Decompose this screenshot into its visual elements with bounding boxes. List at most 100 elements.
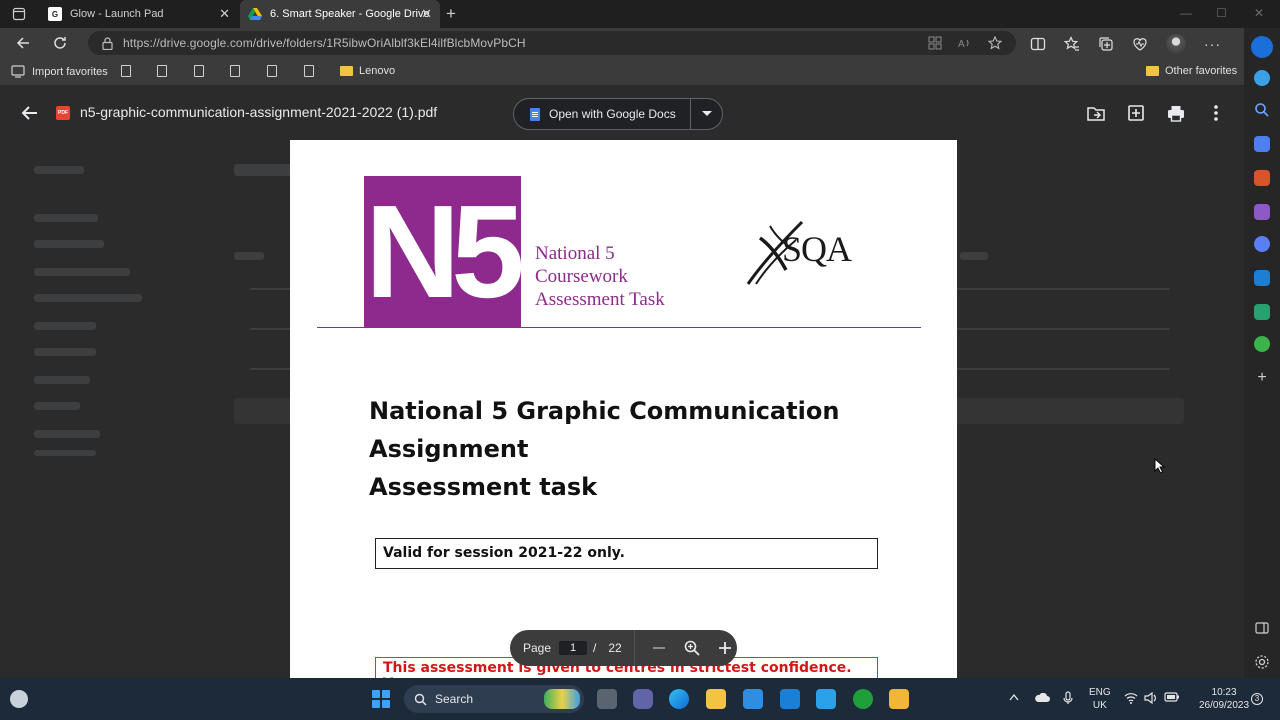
split-screen-icon[interactable]	[1030, 36, 1046, 52]
close-tab-icon[interactable]: ✕	[421, 7, 432, 21]
url-text: https://drive.google.com/drive/folders/1…	[123, 36, 526, 50]
back-icon[interactable]	[14, 34, 32, 52]
close-window-icon[interactable]: ✕	[1254, 6, 1264, 20]
tools-briefcase-icon[interactable]	[1254, 170, 1270, 186]
validity-notice: Valid for session 2021-22 only.	[375, 538, 878, 569]
drop-icon[interactable]	[1254, 304, 1270, 320]
n5-logo-text: N5	[365, 178, 521, 325]
zoom-magnifier-icon[interactable]	[683, 639, 701, 657]
tree-icon[interactable]	[1254, 336, 1270, 352]
taskbar-search-box[interactable]: Search	[404, 685, 584, 713]
profile-avatar[interactable]	[1166, 34, 1186, 54]
microphone-icon[interactable]	[1063, 691, 1073, 709]
add-sidebar-icon[interactable]: +	[1254, 370, 1270, 386]
task-view-icon[interactable]	[597, 689, 617, 709]
microsoft-365-icon[interactable]	[1254, 236, 1270, 252]
language-region: UK	[1092, 700, 1107, 711]
weather-widget-icon[interactable]	[10, 690, 28, 708]
zoom-out-icon[interactable]	[650, 639, 668, 657]
open-with-google-docs-button[interactable]: Open with Google Docs	[513, 98, 723, 130]
sidebar-layout-icon[interactable]	[1254, 620, 1270, 636]
bookmark-page-5[interactable]	[267, 65, 277, 77]
viewer-header: PDF n5-graphic-communication-assignment-…	[0, 86, 1244, 140]
onedrive-cloud-icon[interactable]	[1034, 692, 1050, 707]
clock-time: 10:23	[1211, 687, 1237, 698]
close-viewer-back-icon[interactable]	[20, 103, 40, 123]
new-tab-icon[interactable]: +	[446, 4, 456, 24]
tab-google-drive[interactable]: 6. Smart Speaker - Google Drive ✕	[240, 0, 440, 28]
folder-icon	[340, 66, 353, 76]
more-options-icon[interactable]: ···	[1204, 36, 1221, 52]
discover-icon[interactable]	[1254, 70, 1270, 86]
games-icon[interactable]	[1254, 204, 1270, 220]
minimize-icon[interactable]: —	[1180, 6, 1192, 20]
input-language-indicator[interactable]: ENG UK	[1089, 686, 1111, 712]
refresh-icon[interactable]	[51, 34, 69, 52]
copilot-icon[interactable]	[1251, 36, 1273, 58]
search-highlight-image	[544, 689, 580, 709]
settings-gear-icon[interactable]	[1254, 654, 1270, 670]
zoom-in-icon[interactable]	[716, 639, 734, 657]
url-icons: A	[928, 36, 1002, 50]
network-wifi-icon[interactable]	[1124, 692, 1138, 708]
xbox-icon[interactable]	[853, 689, 873, 709]
bookmark-page-1[interactable]	[121, 65, 131, 77]
search-icon[interactable]	[1254, 102, 1270, 118]
file-explorer-icon[interactable]	[706, 689, 726, 709]
address-bar: https://drive.google.com/drive/folders/1…	[0, 28, 1280, 58]
clock[interactable]: 10:23 26/09/2023	[1199, 686, 1249, 712]
shopping-tag-icon[interactable]	[1254, 136, 1270, 152]
drive-pdf-viewer: PDF n5-graphic-communication-assignment-…	[0, 86, 1244, 678]
tab-title: 6. Smart Speaker - Google Drive	[270, 8, 430, 20]
page-icon	[194, 65, 204, 77]
tab-bar: G Glow - Launch Pad ✕ 6. Smart Speaker -…	[0, 0, 1280, 28]
windows-taskbar: Search ENG UK 10:23 26/09/2023 3	[0, 678, 1280, 720]
microsoft-store-icon[interactable]	[743, 689, 763, 709]
browser-essentials-icon[interactable]	[1132, 36, 1148, 52]
collections-icon[interactable]	[1098, 36, 1114, 52]
bookmark-page-2[interactable]	[157, 65, 167, 77]
tab-glow-launch-pad[interactable]: G Glow - Launch Pad ✕	[40, 0, 238, 28]
current-page-input[interactable]: 1	[559, 641, 588, 655]
notification-badge[interactable]: 3	[1251, 693, 1263, 705]
bookmark-page-4[interactable]	[230, 65, 240, 77]
maximize-icon[interactable]: ☐	[1216, 6, 1227, 20]
read-aloud-icon[interactable]: A	[958, 36, 972, 50]
tab-actions-icon[interactable]	[8, 4, 30, 24]
toolbar-icons: ···	[1030, 34, 1221, 54]
more-actions-icon[interactable]	[1206, 103, 1226, 123]
launcher-l-icon[interactable]	[816, 689, 836, 709]
show-hidden-icons-chevron-up-icon[interactable]	[1009, 692, 1019, 705]
caption-line: Coursework	[535, 266, 628, 287]
lenovo-folder-bookmark[interactable]: Lenovo	[340, 65, 395, 77]
volume-speaker-icon[interactable]	[1144, 691, 1158, 708]
url-field[interactable]: https://drive.google.com/drive/folders/1…	[88, 31, 1016, 55]
favorites-icon[interactable]	[1064, 36, 1080, 52]
mail-icon[interactable]	[780, 689, 800, 709]
close-tab-icon[interactable]: ✕	[219, 7, 230, 21]
start-windows-icon[interactable]	[372, 690, 390, 708]
add-to-drive-folder-icon[interactable]	[1086, 103, 1106, 123]
bg-bar	[34, 322, 96, 330]
battery-icon[interactable]	[1164, 692, 1180, 706]
bookmark-page-6[interactable]	[304, 65, 314, 77]
chevron-down-icon[interactable]	[702, 111, 712, 116]
teams-chat-icon[interactable]	[633, 689, 653, 709]
search-label: Search	[435, 692, 474, 706]
print-icon[interactable]	[1166, 103, 1186, 123]
import-favorites-bookmark[interactable]: Import favorites	[11, 65, 108, 78]
edge-sidebar: +	[1244, 28, 1280, 678]
n5-logo: N5	[364, 176, 521, 328]
outlook-icon[interactable]	[1254, 270, 1270, 286]
edge-browser-icon[interactable]	[669, 689, 689, 709]
app-available-icon[interactable]	[928, 36, 942, 50]
favorite-star-icon[interactable]	[988, 36, 1002, 50]
svg-text:A: A	[958, 39, 965, 50]
sqa-logo-text: SQA	[782, 229, 852, 269]
glow-favicon-icon: G	[48, 7, 62, 21]
add-comment-icon[interactable]	[1126, 103, 1146, 123]
pinned-app-icon[interactable]	[889, 689, 909, 709]
other-favorites-folder[interactable]: Other favorites	[1146, 65, 1237, 77]
bookmark-page-3[interactable]	[194, 65, 204, 77]
logo-caption: National 5 Coursework Assessment Task	[535, 242, 665, 311]
